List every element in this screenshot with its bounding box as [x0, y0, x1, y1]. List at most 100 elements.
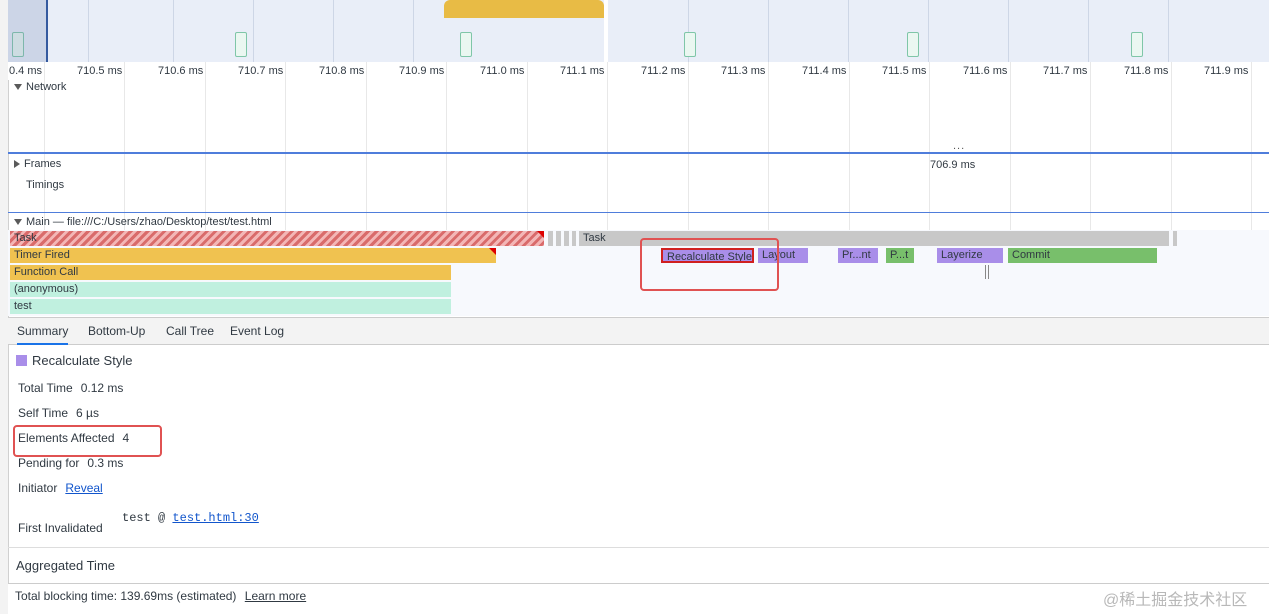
flame-paint[interactable]: Pr...nt [838, 248, 878, 263]
expand-arrow-icon [14, 219, 22, 226]
flame-timer-fired[interactable]: Timer Fired [10, 248, 496, 263]
track-separator [8, 212, 1269, 213]
network-track-header[interactable]: Network [14, 81, 66, 93]
flame-anonymous[interactable]: (anonymous) [10, 282, 451, 297]
overview-gridline [413, 0, 414, 62]
overview-gridline [88, 0, 89, 62]
ruler-tick: 711.6 ms [963, 65, 1008, 77]
ruler-tick: 711.2 ms [641, 65, 686, 77]
flame-paint-green[interactable]: P...t [886, 248, 914, 263]
summary-initiator: Initiator Reveal [18, 481, 103, 495]
overview-selection-handle[interactable] [8, 0, 48, 62]
overview-frame [1131, 32, 1143, 57]
track-separator [8, 152, 1269, 154]
ruler-tick: 711.0 ms [480, 65, 525, 77]
collapse-arrow-icon [14, 160, 20, 169]
ruler-tick: 711.7 ms [1043, 65, 1088, 77]
total-time-label: Total Time [18, 381, 73, 395]
summary-title: Recalculate Style [32, 353, 133, 368]
ruler-tick: 710.6 ms [158, 65, 204, 77]
long-task-warning-marker [537, 231, 544, 238]
overview-frame [235, 32, 247, 57]
reveal-link[interactable]: Reveal [65, 481, 102, 495]
ruler-tick: 710.7 ms [238, 65, 284, 77]
self-time-label: Self Time [18, 406, 69, 420]
pending-value: 0.3 ms [87, 456, 124, 470]
overview-gridline [768, 0, 769, 62]
overview-gridline [848, 0, 849, 62]
pending-label: Pending for [18, 456, 80, 470]
tab-summary[interactable]: Summary [17, 324, 69, 345]
flame-layerize[interactable]: Layerize [937, 248, 1003, 263]
flame-label: Task [14, 232, 37, 244]
flame-task-small[interactable] [564, 231, 569, 246]
total-blocking-time: Total blocking time: 139.69ms (estimated… [15, 589, 306, 603]
frames-track-header[interactable]: Frames [14, 158, 61, 170]
flame-task-small[interactable] [556, 231, 561, 246]
ruler-tick: 0.4 ms [9, 65, 43, 77]
overview-gap [604, 0, 608, 62]
tab-call-tree[interactable]: Call Tree [166, 324, 214, 338]
first-invalidated-entry: test @ test.html:30 [122, 511, 259, 525]
network-track-label: Network [26, 81, 67, 93]
flame-task-long[interactable]: Task [10, 231, 544, 246]
flame-label: Timer Fired [14, 249, 70, 261]
flame-tiny-event [988, 265, 989, 279]
ruler-tick: 711.5 ms [882, 65, 927, 77]
source-link[interactable]: test.html:30 [172, 511, 258, 525]
flame-function-call[interactable]: Function Call [10, 265, 451, 280]
watermark: @稀土掘金技术社区 [1103, 592, 1248, 609]
frames-track-label: Frames [24, 158, 62, 170]
overview-gridline [1088, 0, 1089, 62]
section-divider [8, 547, 1269, 548]
tab-bottom-up[interactable]: Bottom-Up [88, 324, 145, 338]
overview-frame [460, 32, 472, 57]
overview-frame [907, 32, 919, 57]
overview-gridline [253, 0, 254, 62]
flame-tiny-event [985, 265, 986, 279]
learn-more-link[interactable]: Learn more [245, 589, 306, 603]
timings-track-label[interactable]: Timings [26, 179, 64, 191]
ruler-tick: 710.5 ms [77, 65, 123, 77]
first-invalidated-label: First Invalidated [18, 521, 103, 535]
overview-gridline [928, 0, 929, 62]
overview-gridline [333, 0, 334, 62]
summary-self-time: Self Time 6 µs [18, 406, 99, 420]
timeline-overview[interactable] [8, 0, 1269, 63]
first-invalidated-function: test @ [122, 511, 166, 525]
overview-gridline [1168, 0, 1169, 62]
highlight-annotation [640, 238, 779, 291]
summary-pending-for: Pending for 0.3 ms [18, 456, 123, 470]
long-task-warning-marker [489, 248, 496, 255]
overview-gridline [1008, 0, 1009, 62]
aggregated-time-title[interactable]: Aggregated Time [16, 558, 115, 573]
ruler-tick: 710.8 ms [319, 65, 365, 77]
self-time-value: 6 µs [76, 406, 99, 420]
main-track-label: Main — file:///C:/Users/zhao/Desktop/tes… [26, 216, 272, 228]
resize-handle[interactable]: ... [953, 140, 965, 152]
summary-total-time: Total Time 0.12 ms [18, 381, 123, 395]
flame-test[interactable]: test [10, 299, 451, 314]
expand-arrow-icon [14, 84, 22, 91]
ruler-tick: 711.4 ms [802, 65, 847, 77]
main-track-header[interactable]: Main — file:///C:/Users/zhao/Desktop/tes… [14, 216, 272, 228]
frame-time: 706.9 ms [930, 159, 976, 171]
overview-gridline [173, 0, 174, 62]
ruler-tick: 711.1 ms [560, 65, 605, 77]
flame-task-small[interactable] [548, 231, 553, 246]
flame-task-small[interactable] [572, 231, 576, 246]
ruler-tick: 711.8 ms [1124, 65, 1169, 77]
ruler-tick: 711.9 ms [1204, 65, 1249, 77]
overview-frame [684, 32, 696, 57]
category-color-swatch [16, 355, 27, 366]
total-time-value: 0.12 ms [80, 381, 124, 395]
ruler-tick: 710.9 ms [399, 65, 445, 77]
overview-cpu-activity [444, 0, 604, 18]
initiator-label: Initiator [18, 481, 58, 495]
highlight-annotation [13, 425, 162, 457]
flame-task-small[interactable] [1173, 231, 1177, 246]
total-blocking-time-text: Total blocking time: 139.69ms (estimated… [15, 589, 237, 603]
flame-commit[interactable]: Commit [1008, 248, 1157, 263]
tab-event-log[interactable]: Event Log [230, 324, 284, 338]
ruler-tick: 711.3 ms [721, 65, 766, 77]
